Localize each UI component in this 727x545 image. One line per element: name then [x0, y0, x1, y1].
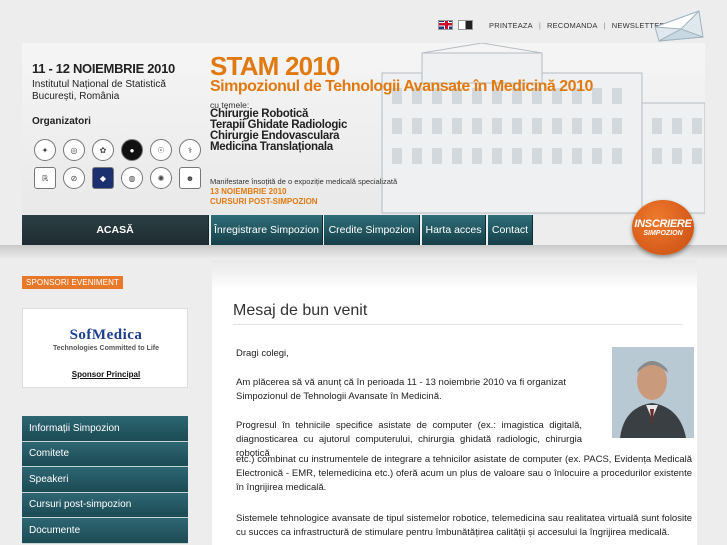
nav-credits[interactable]: Credite Simpozion [324, 215, 420, 245]
organizer-logo-6: ⚕ [179, 139, 201, 161]
sponsor-card[interactable]: SofMedica Technologies Committed to Life… [22, 308, 188, 388]
organizer-logo-7: ℝ [34, 167, 56, 189]
nav-contact[interactable]: Contact [488, 215, 533, 245]
romanian-flag-icon[interactable] [458, 20, 473, 30]
recommend-link[interactable]: RECOMANDA [547, 21, 598, 30]
author-photo [612, 347, 694, 438]
sponsor-label[interactable]: Sponsor Principal [23, 370, 189, 379]
organizer-logo-10: ◍ [121, 167, 143, 189]
content-top-fade [212, 260, 697, 290]
register-badge-button[interactable]: INSCRIERE SIMPOZION [632, 200, 694, 255]
print-link[interactable]: PRINTEAZA [489, 21, 533, 30]
event-date: 11 - 12 NOIEMBRIE 2010 [32, 61, 175, 76]
organizer-logo-1: ✦ [34, 139, 56, 161]
sponsors-heading: SPONSORI EVENIMENT [22, 276, 123, 289]
post-symposium-info: 13 NOIEMBRIE 2010 CURSURI POST-SIMPOZION [210, 187, 318, 206]
organizer-logo-8: ⊘ [63, 167, 85, 189]
greeting: Dragi colegi, [236, 348, 289, 359]
organizer-logo-3: ✿ [92, 139, 114, 161]
organizer-logo-5: ☉ [150, 139, 172, 161]
sidebar-item-courses[interactable]: Cursuri post-simpozion [22, 492, 188, 518]
nav-shadow [0, 245, 727, 259]
envelope-icon[interactable] [651, 7, 707, 45]
paragraph-4: Sistemele tehnologice avansate de tipul … [236, 513, 692, 538]
organizer-logo-4: ● [121, 139, 143, 161]
paragraph-1: Am plăcerea să vă anunț că în perioada 1… [236, 377, 566, 402]
sidebar-item-documents[interactable]: Documente [22, 518, 188, 544]
organizer-logo-11: ✺ [150, 167, 172, 189]
sponsor-tagline: Technologies Committed to Life [52, 345, 160, 352]
sidebar-menu: Informații Simpozion Comitete Speakeri C… [22, 416, 188, 544]
sidebar-item-info[interactable]: Informații Simpozion [22, 416, 188, 442]
sidebar-item-committees[interactable]: Comitete [22, 441, 188, 467]
themes-list: Chirurgie Robotică Terapii Ghidate Radio… [210, 108, 348, 153]
nav-home[interactable]: ACASĂ [22, 215, 209, 245]
organizer-logos: ✦ ◎ ✿ ● ☉ ⚕ ℝ ⊘ ◆ ◍ ✺ ☻ [34, 139, 204, 189]
english-flag-icon[interactable] [438, 20, 453, 30]
event-subtitle: Simpozionul de Tehnologii Avansate în Me… [210, 78, 593, 95]
expo-note: Manifestare însoțită de o expoziție medi… [210, 177, 398, 186]
language-switcher [438, 20, 473, 30]
organizer-logo-9: ◆ [92, 167, 114, 189]
main-content: Mesaj de bun venit Dragi colegi, Am plăc… [212, 290, 697, 545]
header-banner: 11 - 12 NOIEMBRIE 2010 Institutul Națion… [22, 43, 705, 215]
top-links: PRINTEAZA | RECOMANDA | NEWSLETTER [489, 21, 666, 30]
organizer-logo-2: ◎ [63, 139, 85, 161]
nav-registration[interactable]: Înregistrare Simpozion [211, 215, 323, 245]
organizer-logo-12: ☻ [179, 167, 201, 189]
organizers-heading: Organizatori [32, 116, 91, 127]
sidebar-item-speakers[interactable]: Speakeri [22, 467, 188, 493]
sponsor-logo: SofMedica [69, 327, 143, 343]
title-divider [233, 324, 683, 325]
nav-map[interactable]: Harta acces [422, 215, 486, 245]
page-title: Mesaj de bun venit [233, 302, 368, 319]
venue: Institutul Național de Statistică Bucure… [32, 79, 166, 102]
paragraph-3: etc.) combinat cu instrumentele de integ… [236, 454, 692, 493]
